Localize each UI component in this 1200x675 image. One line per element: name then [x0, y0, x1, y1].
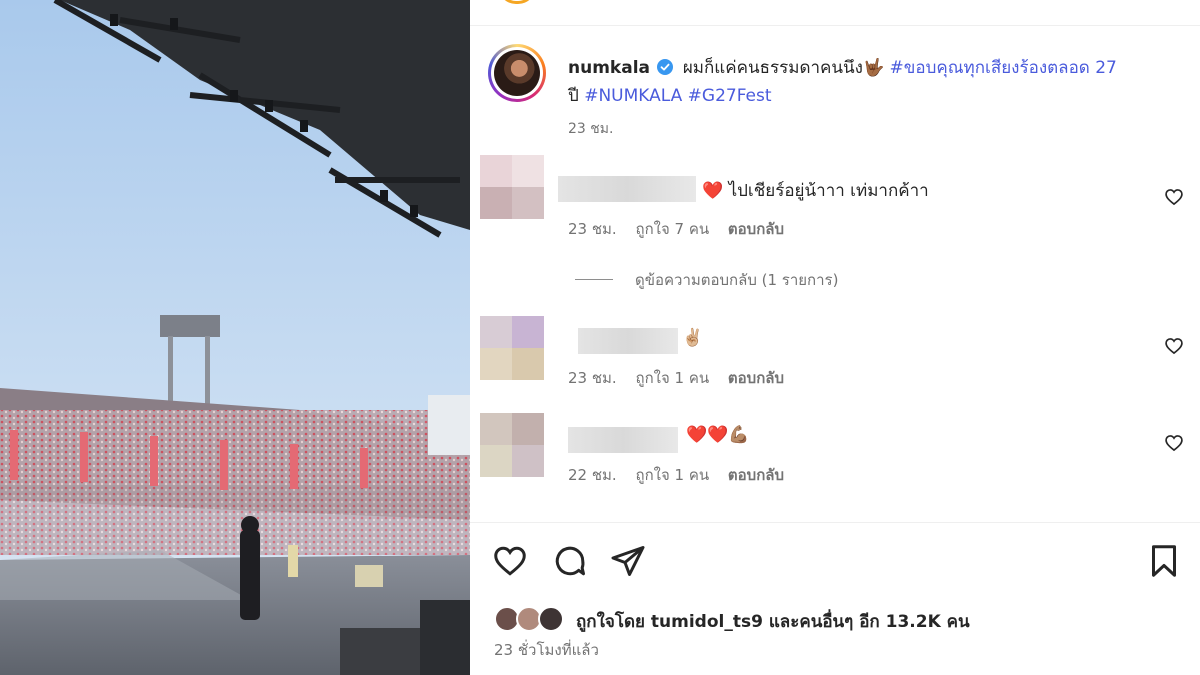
view-replies-button[interactable]: ดูข้อความตอบกลับ (1 รายการ) [575, 268, 838, 292]
reply-button[interactable]: ตอบกลับ [728, 369, 784, 387]
commenter-avatar[interactable] [480, 413, 544, 477]
comment-timestamp: 22 ชม. [568, 466, 617, 484]
hashtag-link[interactable]: #ขอบคุณทุกเสียงร้องตลอด 27 [890, 58, 1117, 78]
heart-outline-icon[interactable] [1164, 336, 1184, 356]
commenter-avatar[interactable] [480, 155, 544, 219]
likes-count-text[interactable]: ถูกใจโดย tumidol_ts9 และคนอื่นๆ อีก 13.2… [576, 608, 970, 635]
comment-meta: 23 ชม. ถูกใจ 1 คน ตอบกลับ [568, 366, 798, 390]
reply-button[interactable]: ตอบกลับ [728, 466, 784, 484]
caption-text: ผมก็แค่คนธรรมดาคนนึง🤟🏾 [682, 58, 885, 78]
comment-like-count[interactable]: ถูกใจ 1 คน [635, 466, 709, 484]
comment-like-count[interactable]: ถูกใจ 1 คน [635, 369, 709, 387]
view-replies-label: ดูข้อความตอบกลับ (1 รายการ) [635, 271, 839, 289]
heart-outline-icon[interactable] [1164, 187, 1184, 207]
like-heart-icon[interactable] [492, 543, 528, 579]
author-avatar[interactable] [488, 44, 546, 102]
comment-timestamp: 23 ชม. [568, 220, 617, 238]
author-username[interactable]: numkala [568, 58, 650, 78]
comment-text: ❤️❤️💪🏽 [686, 425, 750, 445]
comment-icon[interactable] [552, 543, 588, 579]
comment-text: ✌🏼 [682, 328, 704, 348]
reply-button[interactable]: ตอบกลับ [728, 220, 784, 238]
concert-stage-photo [0, 0, 470, 675]
comment-meta: 23 ชม. ถูกใจ 7 คน ตอบกลับ [568, 217, 798, 241]
comment-text: ❤️ ไปเชียร์อยู่น้าาา เท่มากค้าา [702, 181, 929, 201]
comment-like-count[interactable]: ถูกใจ 7 คน [635, 220, 709, 238]
caption-text-continued: ปี [568, 86, 579, 106]
hashtag-link[interactable]: #G27Fest [688, 86, 772, 106]
blurred-username[interactable] [578, 328, 678, 354]
comment-meta: 22 ชม. ถูกใจ 1 คน ตอบกลับ [568, 463, 798, 487]
commenter-avatar[interactable] [480, 316, 544, 380]
post-photo [0, 0, 470, 675]
blurred-username[interactable] [568, 427, 678, 453]
post-timestamp: 23 ชั่วโมงที่แล้ว [494, 641, 599, 659]
top-strip [470, 0, 1200, 26]
post-caption: numkala ผมก็แค่คนธรรมดาคนนึง🤟🏾 #ขอบคุณทุ… [568, 54, 1168, 110]
share-icon[interactable] [610, 543, 646, 579]
hashtag-link[interactable]: #NUMKALA [584, 86, 682, 106]
story-ring-fragment [498, 0, 536, 4]
caption-timestamp: 23 ชม. [568, 121, 614, 137]
comment-timestamp: 23 ชม. [568, 369, 617, 387]
author-photo [494, 50, 540, 96]
liker-avatar [538, 606, 564, 632]
bookmark-icon[interactable] [1146, 543, 1182, 579]
heart-outline-icon[interactable] [1164, 433, 1184, 453]
verified-badge-icon [657, 59, 674, 75]
liker-avatars[interactable] [494, 606, 568, 632]
replies-divider-line [575, 279, 613, 280]
comments-divider [470, 522, 1200, 523]
blurred-username[interactable] [558, 176, 696, 202]
post-detail-panel: numkala ผมก็แค่คนธรรมดาคนนึง🤟🏾 #ขอบคุณทุ… [470, 0, 1200, 675]
